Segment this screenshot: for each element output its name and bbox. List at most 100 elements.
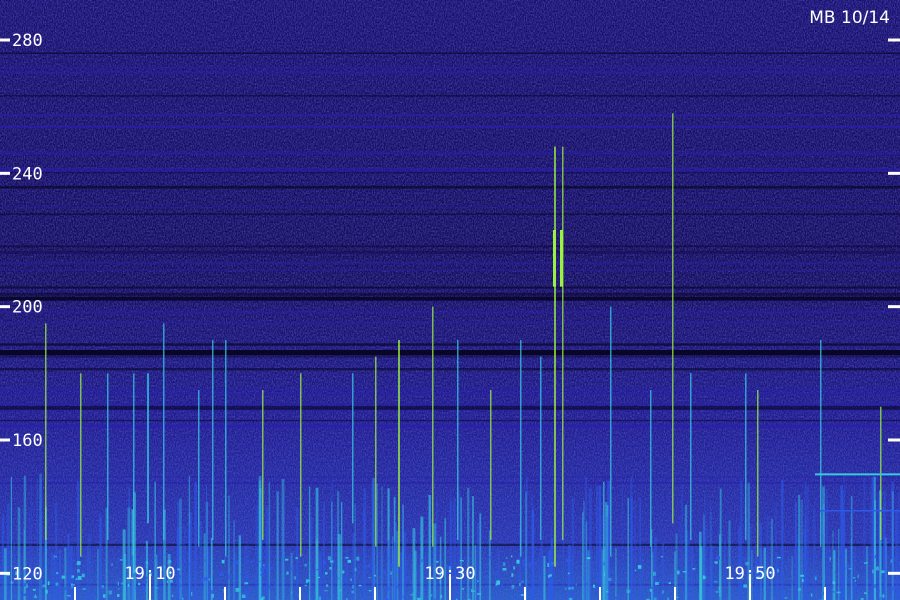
band-line	[0, 66, 900, 69]
emission-streak	[179, 498, 182, 600]
band-line	[0, 71, 900, 74]
x-tick-label: 19:50	[724, 564, 775, 584]
low-freq-speckle	[188, 562, 191, 566]
low-freq-speckle	[291, 566, 295, 571]
low-freq-speckle	[739, 584, 743, 588]
low-freq-speckle	[294, 576, 296, 580]
low-freq-speckle	[267, 585, 271, 590]
emission-streak	[601, 549, 604, 600]
low-freq-speckle	[117, 581, 120, 586]
band-line	[0, 393, 900, 395]
emission-streak	[67, 533, 70, 600]
emission-streak	[699, 547, 702, 600]
low-freq-speckle	[347, 559, 352, 563]
low-freq-speckle	[80, 570, 82, 572]
low-freq-speckle	[506, 557, 508, 559]
low-freq-speckle	[790, 569, 792, 571]
low-freq-speckle	[398, 582, 400, 584]
low-freq-speckle	[848, 568, 853, 570]
low-freq-speckle	[550, 562, 555, 567]
low-freq-speckle	[116, 561, 119, 566]
emission-streak	[444, 518, 447, 600]
low-freq-speckle	[262, 564, 265, 566]
low-freq-speckle	[72, 577, 75, 581]
y-tick-label: 200	[12, 298, 43, 318]
low-freq-speckle	[51, 557, 55, 560]
band-line	[0, 269, 900, 272]
emission-streak	[770, 518, 774, 600]
low-freq-speckle	[568, 587, 571, 590]
low-freq-speckle	[244, 572, 249, 574]
low-freq-speckle	[873, 584, 877, 588]
meteor-streak	[80, 373, 82, 557]
emission-streak	[800, 499, 803, 600]
low-freq-speckle	[604, 572, 606, 577]
y-tick-label: 120	[12, 564, 43, 584]
emission-streak	[64, 547, 67, 600]
low-freq-speckle	[854, 579, 857, 582]
emission-streak	[813, 507, 816, 600]
bright-echo	[560, 230, 563, 287]
meteor-streak	[520, 340, 522, 557]
emission-streak	[58, 549, 62, 600]
low-freq-speckle	[416, 571, 418, 576]
x-tick-label: 19:30	[424, 564, 475, 584]
low-freq-speckle	[592, 571, 596, 574]
low-freq-speckle	[652, 571, 656, 576]
meteor-streak	[562, 146, 564, 540]
low-freq-speckle	[672, 570, 676, 573]
low-freq-speckle	[523, 562, 526, 567]
band-line	[0, 403, 900, 406]
low-freq-speckle	[876, 566, 879, 571]
low-freq-speckle	[881, 570, 885, 574]
low-freq-speckle	[484, 563, 489, 565]
emission-streak	[205, 485, 207, 600]
chart-title: MB 10/14	[809, 8, 890, 28]
low-freq-speckle	[583, 577, 586, 581]
low-freq-speckle	[324, 590, 328, 592]
low-freq-speckle	[846, 577, 850, 580]
low-freq-speckle	[528, 591, 532, 595]
meteor-streak	[147, 373, 149, 524]
low-freq-speckle	[831, 584, 834, 588]
emission-streak	[268, 481, 271, 600]
band-line	[0, 94, 900, 97]
low-freq-speckle	[81, 573, 85, 578]
low-freq-speckle	[286, 579, 289, 582]
low-freq-speckle	[715, 590, 719, 593]
emission-streak	[895, 509, 898, 600]
emission-streak	[540, 541, 543, 600]
band-line	[0, 419, 900, 422]
emission-streak	[759, 523, 763, 600]
emission-streak	[203, 533, 206, 600]
low-freq-speckle	[864, 592, 867, 595]
band-line	[0, 389, 900, 392]
emission-streak	[433, 523, 437, 600]
emission-streak	[598, 485, 602, 600]
low-freq-speckle	[335, 595, 338, 597]
low-freq-speckle	[111, 563, 113, 566]
low-freq-speckle	[183, 587, 185, 590]
emission-streak	[688, 537, 690, 600]
low-freq-speckle	[513, 566, 515, 570]
low-freq-speckle	[668, 582, 671, 585]
meteor-streak	[262, 390, 264, 540]
low-freq-speckle	[370, 575, 375, 577]
low-freq-speckle	[882, 594, 885, 598]
low-freq-speckle	[24, 593, 26, 595]
emission-streak	[330, 481, 333, 600]
low-freq-speckle	[654, 594, 658, 598]
band-line	[0, 367, 900, 371]
low-freq-speckle	[890, 559, 892, 563]
low-freq-speckle	[634, 569, 637, 572]
meteor-streak	[432, 306, 434, 547]
low-freq-speckle	[318, 596, 321, 600]
emission-streak	[803, 529, 806, 600]
low-freq-speckle	[787, 558, 791, 562]
low-freq-speckle	[575, 583, 577, 586]
low-freq-speckle	[32, 588, 36, 591]
low-freq-speckle	[169, 560, 172, 563]
emission-streak	[639, 498, 642, 600]
emission-streak	[641, 554, 643, 600]
low-freq-speckle	[586, 557, 591, 560]
